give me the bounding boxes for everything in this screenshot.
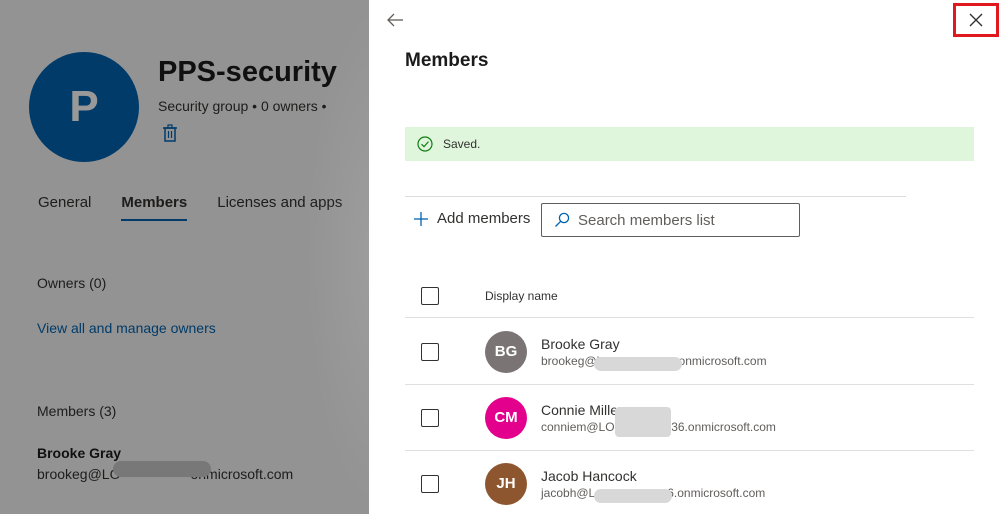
saved-banner: Saved. [405,127,974,161]
member-row[interactable]: JH Jacob Hancock jacobh@L 6.onmicrosoft.… [405,451,974,514]
member-info: Connie Miller conniem@LOD 36.onmicrosoft… [541,402,776,437]
check-circle-icon [417,136,433,152]
member-initials: CM [494,409,518,426]
member-initials: BG [494,343,518,360]
member-name: Jacob Hancock [541,467,637,484]
member-row[interactable]: BG Brooke Gray brookeg@L .onmicrosoft.co… [405,319,974,385]
select-all-checkbox[interactable] [421,287,439,305]
member-name: Brooke Gray [541,335,620,352]
back-button[interactable] [385,10,405,30]
overlay-shading [305,0,369,514]
row-checkbox[interactable] [421,474,439,493]
member-info: Brooke Gray brookeg@L .onmicrosoft.com [541,335,767,371]
search-box[interactable] [541,203,800,237]
table-header: Display name [405,278,974,318]
member-avatar: CM [485,396,527,439]
saved-message: Saved. [443,137,481,151]
member-avatar: JH [485,462,527,505]
close-button[interactable] [953,3,999,37]
column-display-name[interactable]: Display name [485,289,558,303]
member-row[interactable]: CM Connie Miller conniem@LOD 36.onmicros… [405,385,974,451]
arrow-left-icon [387,13,403,27]
row-checkbox[interactable] [421,408,439,427]
search-input[interactable] [578,211,788,229]
close-icon [969,13,983,27]
member-initials: JH [496,475,516,492]
add-members-label: Add members [437,210,531,227]
redaction-blur [594,488,672,503]
member-avatar: BG [485,330,527,373]
redaction-blur [615,406,671,437]
panel-title: Members [405,50,489,71]
member-info: Jacob Hancock jacobh@L 6.onmicrosoft.com [541,467,765,503]
divider [405,196,906,197]
members-panel: Members Saved. Add members Display name … [369,0,1003,514]
redaction-blur [594,356,682,371]
row-checkbox[interactable] [421,342,439,361]
add-members-button[interactable]: Add members [413,210,530,227]
search-icon [555,212,570,227]
plus-icon [414,211,428,226]
